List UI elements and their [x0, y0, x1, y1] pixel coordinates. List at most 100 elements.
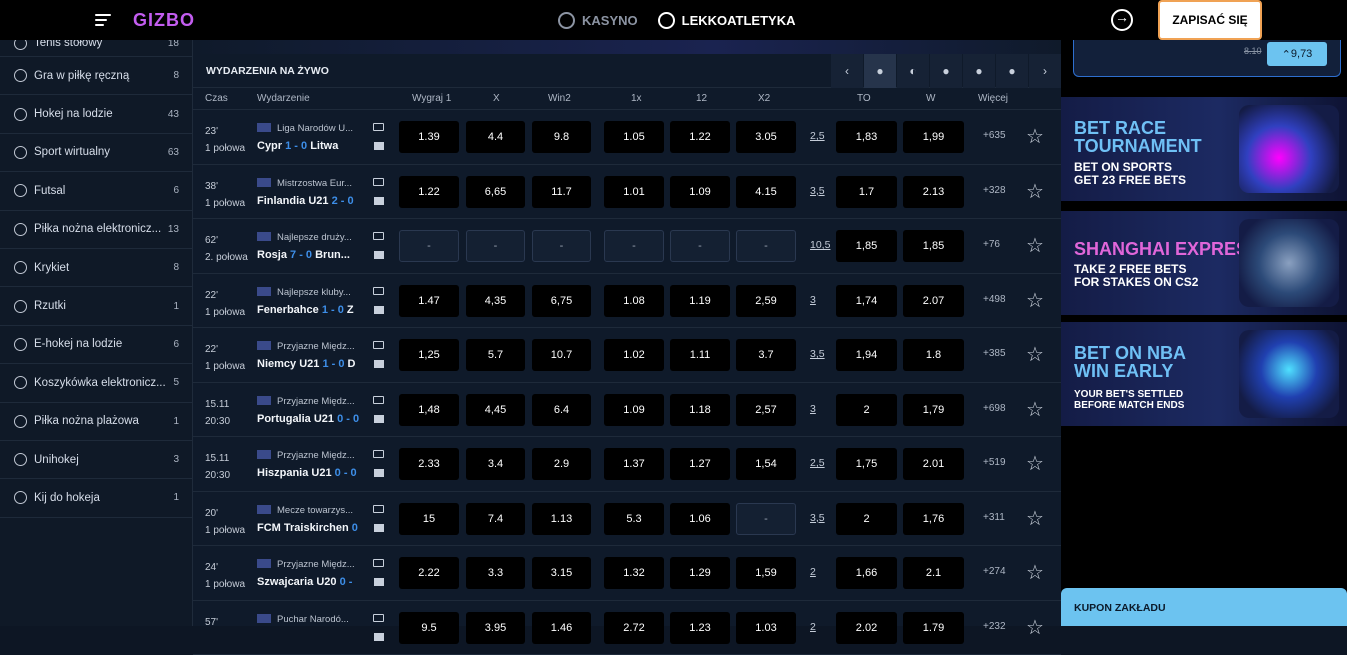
- total-line[interactable]: 3,5: [810, 185, 825, 197]
- stats-icon[interactable]: [374, 251, 384, 259]
- stats-icon[interactable]: [374, 633, 384, 641]
- event-league[interactable]: Najlepsze druży...: [257, 232, 357, 243]
- odds-button[interactable]: 1.37: [604, 448, 664, 480]
- total-over-button[interactable]: 1,66: [836, 557, 897, 589]
- total-over-button[interactable]: 1.7: [836, 176, 897, 208]
- odds-button[interactable]: 10.7: [532, 339, 591, 371]
- event-teams[interactable]: Portugalia U21 0 - 0: [257, 413, 364, 425]
- odds-button[interactable]: 3.4: [466, 448, 525, 480]
- odds-button[interactable]: 3.05: [736, 121, 796, 153]
- banner-nba[interactable]: BET ON NBA WIN EARLY YOUR BET'S SETTLED …: [1061, 322, 1347, 426]
- total-under-button[interactable]: 1,76: [903, 503, 964, 535]
- total-line[interactable]: 3: [810, 294, 816, 306]
- next-arrow-icon[interactable]: ›: [1029, 54, 1061, 88]
- tv-icon[interactable]: [373, 123, 384, 131]
- stats-icon[interactable]: [374, 469, 384, 477]
- more-markets-link[interactable]: +274: [983, 566, 1006, 577]
- more-markets-link[interactable]: +328: [983, 185, 1006, 196]
- odds-button[interactable]: 2.9: [532, 448, 591, 480]
- event-league[interactable]: Przyjazne Międz...: [257, 341, 357, 352]
- sidebar-item[interactable]: Futsal6: [0, 172, 192, 210]
- event-league[interactable]: Mistrzostwa Eur...: [257, 178, 357, 189]
- event-league[interactable]: Puchar Narodó...: [257, 614, 357, 625]
- total-under-button[interactable]: 2.13: [903, 176, 964, 208]
- sidebar-item[interactable]: Unihokej3: [0, 441, 192, 479]
- odds-button[interactable]: 4.4: [466, 121, 525, 153]
- favorite-star-icon[interactable]: ☆: [1026, 342, 1044, 367]
- total-over-button[interactable]: 1,94: [836, 339, 897, 371]
- odds-button[interactable]: 1.13: [532, 503, 591, 535]
- total-over-button[interactable]: 1,75: [836, 448, 897, 480]
- favorite-star-icon[interactable]: ☆: [1026, 288, 1044, 313]
- odds-button[interactable]: 2,59: [736, 285, 796, 317]
- odds-button[interactable]: 4,35: [466, 285, 525, 317]
- odds-button[interactable]: -: [466, 230, 525, 262]
- odds-button[interactable]: 9.5: [399, 612, 459, 644]
- total-over-button[interactable]: 2: [836, 394, 897, 426]
- event-teams[interactable]: Hiszpania U21 0 - 0: [257, 467, 364, 479]
- odds-button[interactable]: 1.09: [604, 394, 664, 426]
- volleyball-filter-icon[interactable]: ●: [996, 54, 1028, 88]
- total-line[interactable]: 10,5: [810, 239, 830, 251]
- tv-icon[interactable]: [373, 232, 384, 240]
- total-line[interactable]: 2: [810, 621, 816, 633]
- total-line[interactable]: 3,5: [810, 512, 825, 524]
- favorite-star-icon[interactable]: ☆: [1026, 124, 1044, 149]
- odds-button[interactable]: 4,45: [466, 394, 525, 426]
- odds-button[interactable]: 1.03: [736, 612, 796, 644]
- odds-button[interactable]: 3.3: [466, 557, 525, 589]
- more-markets-link[interactable]: +635: [983, 130, 1006, 141]
- odds-button[interactable]: 2.22: [399, 557, 459, 589]
- stats-icon[interactable]: [374, 360, 384, 368]
- event-teams[interactable]: Fenerbahce 1 - 0 Z: [257, 304, 364, 316]
- tv-icon[interactable]: [373, 287, 384, 295]
- odds-button[interactable]: 1.01: [604, 176, 664, 208]
- event-league[interactable]: Przyjazne Międz...: [257, 450, 357, 461]
- event-league[interactable]: Mecze towarzys...: [257, 505, 357, 516]
- odds-button[interactable]: 6,65: [466, 176, 525, 208]
- total-line[interactable]: 2,5: [810, 457, 825, 469]
- sidebar-item[interactable]: Rzutki1: [0, 287, 192, 325]
- odds-button[interactable]: 1.22: [399, 176, 459, 208]
- event-league[interactable]: Przyjazne Międz...: [257, 396, 357, 407]
- odds-button[interactable]: 1.22: [670, 121, 730, 153]
- odds-button[interactable]: -: [604, 230, 664, 262]
- odds-button[interactable]: 1,54: [736, 448, 796, 480]
- more-markets-link[interactable]: +311: [983, 512, 1005, 523]
- more-markets-link[interactable]: +498: [983, 294, 1006, 305]
- favorite-star-icon[interactable]: ☆: [1026, 560, 1044, 585]
- bet-card[interactable]: 8.10 ⌃ 9,73: [1073, 40, 1341, 77]
- total-over-button[interactable]: 1,74: [836, 285, 897, 317]
- odds-button[interactable]: 6.4: [532, 394, 591, 426]
- favorite-star-icon[interactable]: ☆: [1026, 615, 1044, 640]
- odds-button[interactable]: -: [670, 230, 730, 262]
- basketball-filter-icon[interactable]: ●: [963, 54, 995, 88]
- tv-icon[interactable]: [373, 505, 384, 513]
- total-line[interactable]: 3: [810, 403, 816, 415]
- favorite-star-icon[interactable]: ☆: [1026, 397, 1044, 422]
- sidebar-item[interactable]: Piłka nożna plażowa1: [0, 403, 192, 441]
- odds-button[interactable]: 5.3: [604, 503, 664, 535]
- event-league[interactable]: Liga Narodów U...: [257, 123, 357, 134]
- event-teams[interactable]: Niemcy U21 1 - 0 D: [257, 358, 364, 370]
- total-over-button[interactable]: 1,83: [836, 121, 897, 153]
- odds-button[interactable]: 1,48: [399, 394, 459, 426]
- odds-button[interactable]: 7.4: [466, 503, 525, 535]
- sidebar-item[interactable]: Hokej na lodzie43: [0, 95, 192, 133]
- odds-button[interactable]: 3.15: [532, 557, 591, 589]
- odds-button[interactable]: 1.19: [670, 285, 730, 317]
- odds-button[interactable]: 1.47: [399, 285, 459, 317]
- favorite-star-icon[interactable]: ☆: [1026, 451, 1044, 476]
- odds-button[interactable]: 1.09: [670, 176, 730, 208]
- stats-icon[interactable]: [374, 197, 384, 205]
- total-over-button[interactable]: 2: [836, 503, 897, 535]
- event-teams[interactable]: Finlandia U21 2 - 0: [257, 195, 364, 207]
- total-under-button[interactable]: 1,79: [903, 394, 964, 426]
- event-league[interactable]: Przyjazne Międz...: [257, 559, 357, 570]
- total-line[interactable]: 2,5: [810, 130, 825, 142]
- odds-button[interactable]: 3.7: [736, 339, 796, 371]
- odds-button[interactable]: 1.11: [670, 339, 730, 371]
- tv-icon[interactable]: [373, 178, 384, 186]
- total-under-button[interactable]: 2.07: [903, 285, 964, 317]
- odds-button[interactable]: 9.8: [532, 121, 591, 153]
